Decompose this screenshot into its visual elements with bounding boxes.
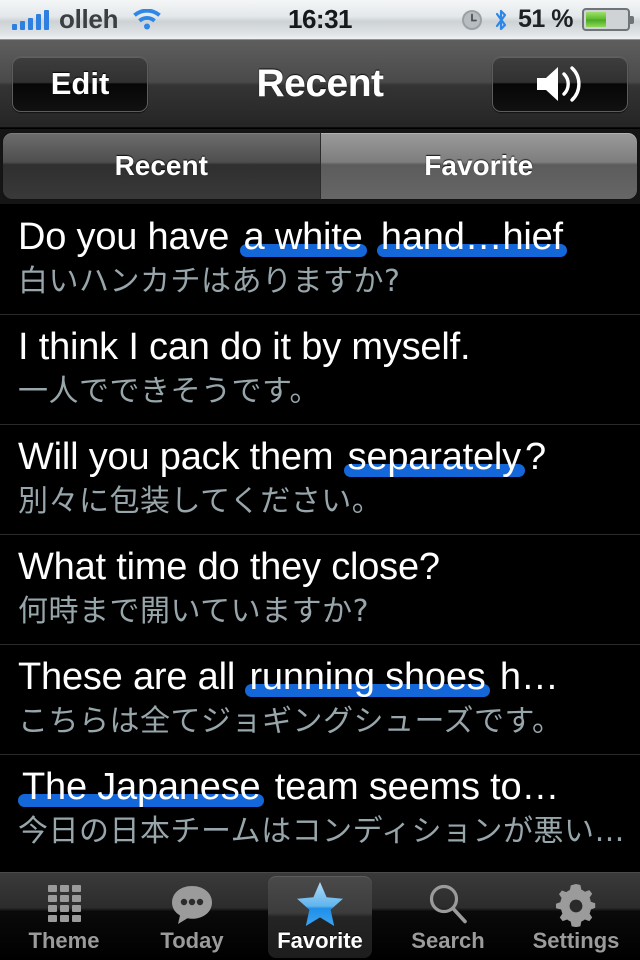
tab-today[interactable]: Today	[128, 873, 256, 960]
speech-bubble-icon	[169, 881, 215, 927]
segment-recent-label: Recent	[114, 150, 208, 181]
phrase-japanese: 今日の日本チームはコンディションが悪い…	[18, 814, 625, 849]
app-screen: olleh 16:31 51 % Edit Recent Recent Favo…	[0, 0, 640, 960]
phrase-highlight: running shoes	[245, 651, 490, 703]
tab-settings-label: Settings	[532, 927, 620, 953]
phrase-text: ?	[524, 436, 546, 478]
phrase-english: I think I can do it by myself.	[18, 321, 632, 373]
phrase-text: What time do they close?	[18, 546, 440, 588]
phrase-highlight: separately	[343, 431, 526, 483]
speaker-button[interactable]	[492, 56, 628, 112]
phrase-row[interactable]: What time do they close? 何時まで開いていますか?	[0, 535, 640, 645]
phrase-english: What time do they close?	[18, 541, 632, 593]
tab-theme-label: Theme	[28, 927, 100, 953]
phrase-text: I think I can do it by myself.	[18, 326, 471, 368]
segmented-control[interactable]: Recent Favorite	[0, 129, 640, 205]
status-bar: olleh 16:31 51 %	[0, 0, 640, 40]
phrase-row[interactable]: The Japanese team seems to… 今日の日本チームはコンディ…	[0, 755, 640, 865]
navigation-bar: Edit Recent	[0, 40, 640, 128]
search-icon	[425, 881, 471, 927]
phrase-row[interactable]: Do you have a white hand…hief 白いハンカチはあります…	[0, 205, 640, 315]
grid-icon	[47, 881, 81, 927]
phrase-english: These are all running shoes h…	[18, 651, 632, 703]
tab-settings[interactable]: Settings	[512, 873, 640, 960]
phrase-text: These are all	[18, 656, 246, 698]
segment-favorite[interactable]: Favorite	[319, 132, 638, 200]
star-icon	[295, 881, 345, 927]
phrase-list[interactable]: Do you have a white hand…hief 白いハンカチはあります…	[0, 205, 640, 872]
phrase-row[interactable]: I think I can do it by myself. 一人でできそうです。	[0, 315, 640, 425]
speaker-volume-icon	[537, 66, 581, 102]
phrase-japanese: 白いハンカチはありますか?	[18, 264, 401, 299]
phrase-japanese: 別々に包装してください。	[18, 484, 383, 519]
tab-favorite-label: Favorite	[277, 927, 363, 953]
phrase-english: The Japanese team seems to…	[18, 761, 632, 813]
segment-recent[interactable]: Recent	[2, 132, 320, 200]
phrase-highlight: The Japanese	[18, 761, 265, 813]
tab-search-label: Search	[411, 927, 485, 953]
tab-bar: Theme Today Favorite Search Settings	[0, 872, 640, 960]
phrase-highlight: hand…hief	[376, 211, 567, 263]
battery-icon	[582, 8, 634, 31]
phrase-japanese: こちらは全てジョギングシューズです。	[18, 704, 563, 739]
status-bar-clock: 16:31	[288, 4, 353, 34]
phrase-text: h…	[489, 656, 559, 698]
phrase-japanese: 一人でできそうです。	[18, 374, 320, 409]
phrase-text	[367, 216, 377, 258]
phrase-japanese: 何時まで開いていますか?	[18, 594, 370, 629]
tab-theme[interactable]: Theme	[0, 873, 128, 960]
phrase-row[interactable]: Will you pack them separately? 別々に包装してくださ…	[0, 425, 640, 535]
phrase-row[interactable]: These are all running shoes h… こちらは全てジョギン…	[0, 645, 640, 755]
tab-favorite[interactable]: Favorite	[256, 873, 384, 960]
phrase-text: Will you pack them	[18, 436, 344, 478]
phrase-text: team seems to…	[264, 766, 560, 808]
gear-icon	[553, 881, 599, 927]
tab-today-label: Today	[160, 927, 224, 953]
phrase-text: Do you have	[18, 216, 240, 258]
phrase-english: Do you have a white hand…hief	[18, 211, 632, 263]
phrase-highlight: a white	[239, 211, 367, 263]
tab-search[interactable]: Search	[384, 873, 512, 960]
phrase-english: Will you pack them separately?	[18, 431, 632, 483]
segment-favorite-label: Favorite	[424, 150, 534, 181]
